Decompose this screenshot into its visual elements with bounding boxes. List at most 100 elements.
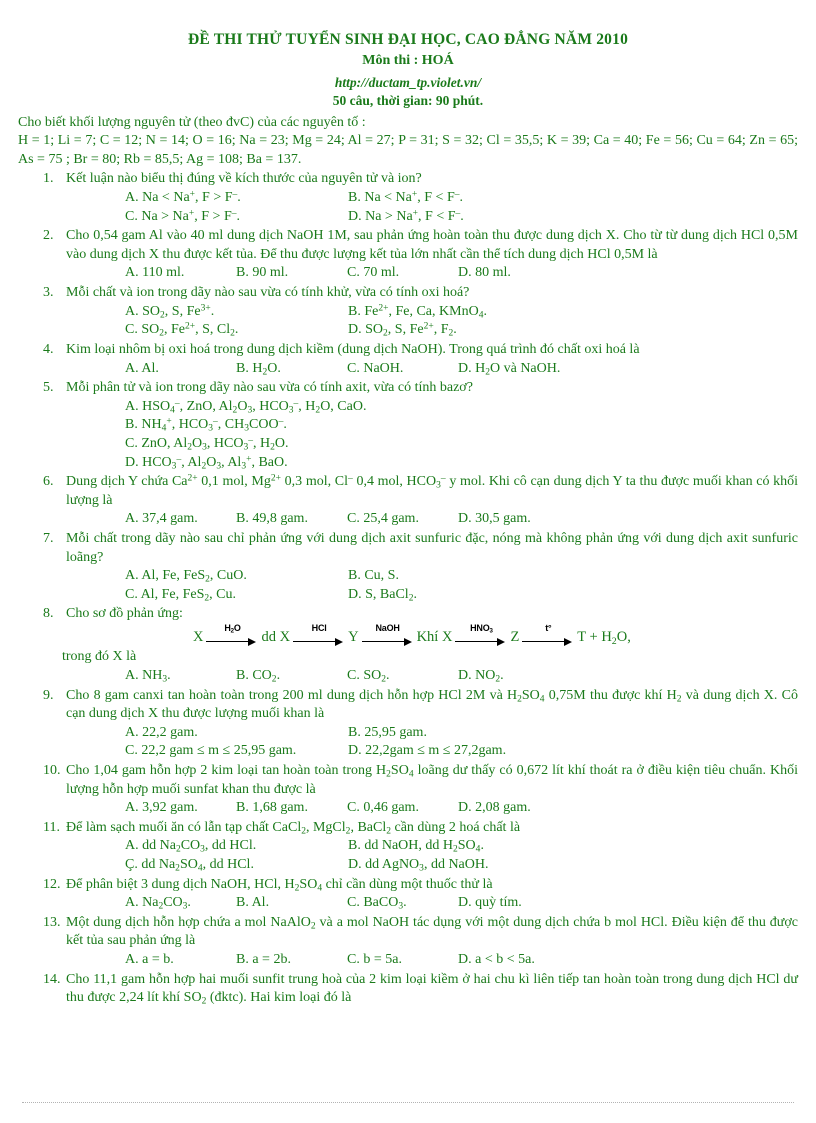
preamble: Cho biết khối lượng nguyên tử (theo đvC)… <box>18 114 798 170</box>
answer-option[interactable]: B. a = 2b. <box>236 951 347 970</box>
question-number: 13. <box>43 914 61 930</box>
preamble-line-2: H = 1; Li = 7; C = 12; N = 14; O = 16; N… <box>18 133 798 167</box>
question-header: 6. Dung dịch Y chứa Ca2+ 0,1 mol, Mg2+ 0,… <box>18 473 798 510</box>
answer-option[interactable]: A. Na < Na+, F > F–. <box>125 189 348 208</box>
question-header: 7. Mỗi chất trong dãy nào sau chỉ phản ứn… <box>18 530 798 567</box>
answer-option[interactable]: D. quỳ tím. <box>458 894 569 913</box>
option-row: A. Al. B. H2O. C. NaOH. D. H2O và NaOH. <box>18 360 798 379</box>
reaction-arrow-icon: t° <box>522 623 574 646</box>
answer-option[interactable]: B. dd NaOH, dd H2SO4. <box>348 837 571 856</box>
option-row: A. Na < Na+, F > F–. B. Na < Na+, F < F–. <box>18 189 798 208</box>
answer-option[interactable]: A. Na2CO3. <box>125 894 236 913</box>
question-item: 12. Để phân biệt 3 dung dịch NaOH, HCl, H… <box>18 876 798 913</box>
answer-option[interactable]: C. 70 ml. <box>347 264 458 283</box>
question-number: 4. <box>43 341 54 357</box>
answer-option[interactable]: A. 22,2 gam. <box>125 724 348 743</box>
question-number: 6. <box>43 474 54 490</box>
answer-option[interactable]: Ç. dd Na2SO4, dd HCl. <box>125 856 348 875</box>
answer-option[interactable]: A. 37,4 gam. <box>125 510 236 529</box>
question-item: 3. Mỗi chất và ion trong dãy nào sau vừa … <box>18 284 798 340</box>
question-item: 7. Mỗi chất trong dãy nào sau chỉ phản ứn… <box>18 530 798 604</box>
option-block: A. 37,4 gam. B. 49,8 gam. C. 25,4 gam. D. 3… <box>18 510 798 529</box>
question-header: 10. Cho 1,04 gam hỗn hợp 2 kim loại tan h… <box>18 762 798 799</box>
answer-option[interactable]: B. Fe2+, Fe, Ca, KMnO4. <box>348 303 571 322</box>
question-number: 5. <box>43 380 54 396</box>
answer-option[interactable]: C. SO2, Fe2+, S, Cl2. <box>125 321 348 340</box>
answer-option[interactable]: A. 3,92 gam. <box>125 799 236 818</box>
answer-option[interactable]: D. 2,08 gam. <box>458 799 569 818</box>
question-text: Mỗi chất trong dãy nào sau chỉ phản ứng … <box>66 531 798 565</box>
question-number: 12. <box>43 876 61 892</box>
answer-option[interactable]: A. a = b. <box>125 951 236 970</box>
question-text: Kim loại nhôm bị oxi hoá trong dung dịch… <box>66 341 640 357</box>
answer-option[interactable]: B. 90 ml. <box>236 264 347 283</box>
question-number: 14. <box>43 971 61 987</box>
question-text: Mỗi chất và ion trong dãy nào sau vừa có… <box>66 285 470 301</box>
answer-option[interactable]: B. Al. <box>236 894 347 913</box>
option-row: C. Na > Na+, F > F–. D. Na > Na+, F < F–. <box>18 208 798 227</box>
answer-option[interactable]: A. SO2, S, Fe3+. <box>125 303 348 322</box>
answer-option[interactable]: C. 25,4 gam. <box>347 510 458 529</box>
question-header: 1. Kết luận nào biểu thị đúng về kích thư… <box>18 170 798 189</box>
question-header: 13. Một dung dịch hỗn hợp chứa a mol NaAl… <box>18 914 798 951</box>
answer-option[interactable]: C. BaCO3. <box>347 894 458 913</box>
answer-option[interactable]: B. CO2. <box>236 667 347 686</box>
reaction-arrow-label: t° <box>545 623 552 634</box>
answer-option[interactable]: D. 30,5 gam. <box>458 510 569 529</box>
answer-option[interactable]: D. dd AgNO3, dd NaOH. <box>348 856 571 875</box>
answer-option[interactable]: C. Na > Na+, F > F–. <box>125 208 348 227</box>
answer-option[interactable]: D. SO2, S, Fe2+, F2. <box>348 321 571 340</box>
answer-option[interactable]: D. Na > Na+, F < F–. <box>348 208 571 227</box>
answer-option[interactable]: D. H2O và NaOH. <box>458 360 569 379</box>
answer-option[interactable]: A. Al. <box>125 360 236 379</box>
reaction-arrow-icon: HCl <box>293 623 345 646</box>
option-row: C. 22,2 gam ≤ m ≤ 25,95 gam. D. 22,2gam ≤… <box>18 742 798 761</box>
question-item: 14. Cho 11,1 gam hỗn hợp hai muối sunfit … <box>18 971 798 1008</box>
subject-line: Môn thi : HOÁ <box>362 52 454 68</box>
answer-option[interactable]: B. Na < Na+, F < F–. <box>348 189 571 208</box>
question-text: Để phân biệt 3 dung dịch NaOH, HCl, H2SO… <box>66 876 493 894</box>
option-row: A. SO2, S, Fe3+. B. Fe2+, Fe, Ca, KMnO4. <box>18 303 798 322</box>
answer-option[interactable]: B. H2O. <box>236 360 347 379</box>
arrow-head <box>403 637 412 646</box>
option-row: A. 37,4 gam. B. 49,8 gam. C. 25,4 gam. D. 3… <box>18 510 798 529</box>
answer-option[interactable]: C. SO2. <box>347 667 458 686</box>
answer-option[interactable]: D. HCO3–, Al2O3, Al3+, BaO. <box>125 454 288 473</box>
answer-option[interactable]: A. dd Na2CO3, dd HCl. <box>125 837 348 856</box>
answer-option[interactable]: C. Al, Fe, FeS2, Cu. <box>125 586 348 605</box>
answer-option[interactable]: A. HSO4–, ZnO, Al2O3, HCO3–, H2O, CaO. <box>125 398 366 417</box>
scheme-node: dd X <box>261 629 291 646</box>
answer-option[interactable]: D. 80 ml. <box>458 264 569 283</box>
option-block: A. NH3. B. CO2. C. SO2. D. NO2. <box>18 667 798 686</box>
question-number: 8. <box>43 606 54 622</box>
answer-option[interactable]: C. b = 5a. <box>347 951 458 970</box>
answer-option[interactable]: C. 0,46 gam. <box>347 799 458 818</box>
answer-option[interactable]: B. 25,95 gam. <box>348 724 571 743</box>
option-row: C. SO2, Fe2+, S, Cl2. D. SO2, S, Fe2+, F2… <box>18 321 798 340</box>
option-block: A. 3,92 gam. B. 1,68 gam. C. 0,46 gam. D. 2… <box>18 799 798 818</box>
option-block: A. 110 ml. B. 90 ml. C. 70 ml. D. 80 ml. <box>18 264 798 283</box>
exam-meta: 50 câu, thời gian: 90 phút. <box>332 93 484 109</box>
answer-option[interactable]: A. Al, Fe, FeS2, CuO. <box>125 567 348 586</box>
answer-option[interactable]: C. 22,2 gam ≤ m ≤ 25,95 gam. <box>125 742 348 761</box>
answer-option[interactable]: B. NH4+, HCO3–, CH3COO–. <box>125 416 287 435</box>
answer-option[interactable]: C. ZnO, Al2O3, HCO3–, H2O. <box>125 435 289 454</box>
answer-option[interactable]: B. 1,68 gam. <box>236 799 347 818</box>
answer-option[interactable]: A. 110 ml. <box>125 264 236 283</box>
question-item: 10. Cho 1,04 gam hỗn hợp 2 kim loại tan h… <box>18 762 798 818</box>
answer-option[interactable]: D. a < b < 5a. <box>458 951 569 970</box>
answer-option[interactable]: B. Cu, S. <box>348 567 571 586</box>
arrow-head <box>564 637 573 646</box>
answer-option[interactable]: D. NO2. <box>458 667 569 686</box>
question-item: 11. Để làm sạch muối ăn có lẫn tạp chất C… <box>18 819 798 875</box>
answer-option[interactable]: D. S, BaCl2. <box>348 586 571 605</box>
answer-option[interactable]: D. 22,2gam ≤ m ≤ 27,2gam. <box>348 742 571 761</box>
question-text: Để làm sạch muối ăn có lẫn tạp chất CaCl… <box>66 819 521 837</box>
answer-option[interactable]: A. NH3. <box>125 667 236 686</box>
answer-option[interactable]: B. 49,8 gam. <box>236 510 347 529</box>
arrow-shaft <box>522 640 569 643</box>
question-text: Dung dịch Y chứa Ca2+ 0,1 mol, Mg2+ 0,3 … <box>66 473 799 508</box>
source-url: http://ductam_tp.violet.vn/ <box>334 74 482 90</box>
answer-option[interactable]: C. NaOH. <box>347 360 458 379</box>
question-item: 9. Cho 8 gam canxi tan hoàn toàn trong 20… <box>18 687 798 761</box>
